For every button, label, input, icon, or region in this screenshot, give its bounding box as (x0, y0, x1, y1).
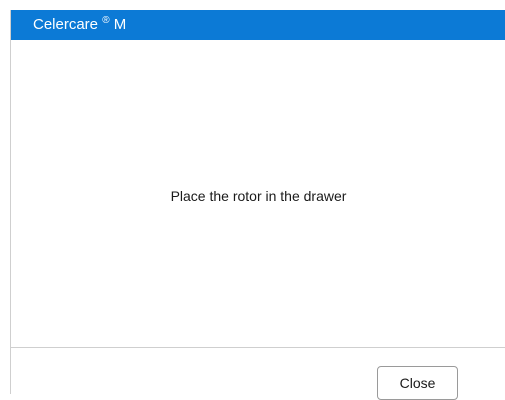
dialog-content: Place the rotor in the drawer (11, 40, 505, 347)
dialog-window: Celercare ® M Place the rotor in the dra… (10, 10, 505, 400)
close-button[interactable]: Close (377, 366, 458, 400)
dialog-message: Place the rotor in the drawer (170, 188, 347, 204)
dialog-footer: Close (11, 348, 505, 400)
dialog-title-brand: Celercare (33, 16, 99, 33)
dialog-title-bar: Celercare ® M (11, 10, 505, 40)
dialog-title-model: M (113, 16, 127, 33)
dialog-title-registered-mark: ® (102, 15, 110, 26)
